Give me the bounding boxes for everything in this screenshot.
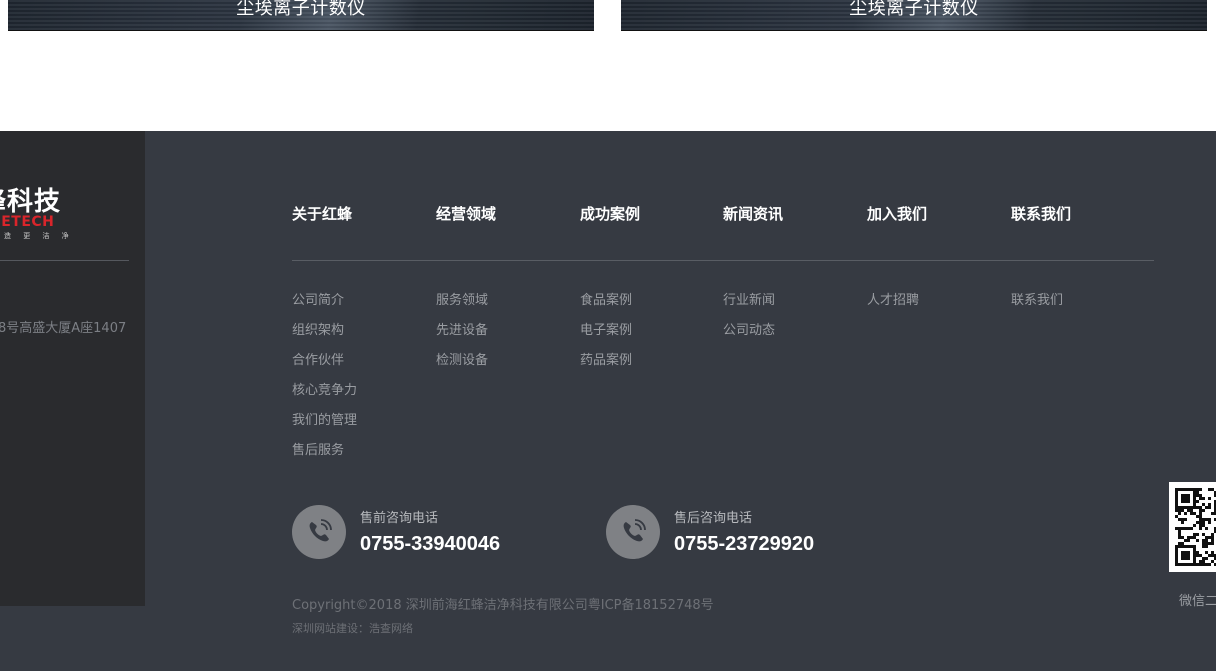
phone-icon [309, 519, 332, 542]
footer-nav-column-join: 加入我们 人才招聘 [867, 202, 927, 308]
product-caption[interactable]: 尘埃离子计数仪 [8, 0, 594, 23]
footer-nav-link[interactable]: 联系我们 [1011, 286, 1063, 316]
footer-nav-title[interactable]: 经营领域 [436, 202, 496, 226]
footer-nav-link[interactable]: 核心竞争力 [292, 376, 357, 406]
footer-nav-title[interactable]: 新闻资讯 [723, 202, 783, 226]
footer-nav-column-about: 关于红蜂 公司简介 组织架构 合作伙伴 核心竞争力 我们的管理 售后服务 [292, 202, 357, 458]
footer-nav-link[interactable]: 我们的管理 [292, 406, 357, 436]
phone-icon [623, 519, 646, 542]
footer-nav-link[interactable]: 食品案例 [580, 286, 632, 316]
product-caption[interactable]: 尘埃离子计数仪 [621, 0, 1207, 23]
footer-nav-title[interactable]: 加入我们 [867, 202, 927, 226]
wechat-qr-code [1169, 482, 1216, 572]
footer-nav-column-cases: 成功案例 食品案例 电子案例 药品案例 [580, 202, 640, 368]
footer: 峰科技 BEETECH 造 更 洁 净 8号高盛大厦A座1407 关于红蜂 公司… [0, 131, 1216, 671]
phone-badge [292, 505, 346, 559]
phone-badge [606, 505, 660, 559]
footer-nav-link[interactable]: 售后服务 [292, 436, 357, 466]
phone-number[interactable]: 0755-33940046 [360, 532, 500, 556]
footer-nav-link[interactable]: 合作伙伴 [292, 346, 357, 376]
footer-nav-column-contact: 联系我们 联系我们 [1011, 202, 1071, 308]
footer-nav-column-business: 经营领域 服务领域 先进设备 检测设备 [436, 202, 496, 368]
footer-nav-link[interactable]: 公司动态 [723, 316, 775, 346]
footer-nav-link[interactable]: 人才招聘 [867, 286, 919, 316]
site-builder-link[interactable]: 深圳网站建设：浩查网络 [292, 620, 413, 636]
phone-label: 售后咨询电话 [674, 511, 753, 526]
footer-nav-link[interactable]: 药品案例 [580, 346, 632, 376]
phone-label: 售前咨询电话 [360, 511, 439, 526]
footer-brand-panel: 峰科技 BEETECH 造 更 洁 净 8号高盛大厦A座1407 [0, 131, 145, 606]
divider [0, 260, 129, 261]
footer-nav-title[interactable]: 关于红蜂 [292, 202, 352, 226]
footer-nav-title[interactable]: 成功案例 [580, 202, 640, 226]
qr-code-image [1175, 488, 1216, 566]
logo-slogan: 造 更 洁 净 [4, 232, 74, 240]
footer-nav-link[interactable]: 检测设备 [436, 346, 488, 376]
logo-english-name: BEETECH [0, 214, 55, 230]
product-card[interactable]: 尘埃离子计数仪 [621, 0, 1207, 31]
copyright-text: Copyright©2018 深圳前海红蜂洁净科技有限公司粤ICP备181527… [292, 598, 714, 613]
logo-chinese-name: 峰科技 [0, 187, 62, 217]
footer-nav-column-news: 新闻资讯 行业新闻 公司动态 [723, 202, 783, 338]
company-logo[interactable]: 峰科技 BEETECH 造 更 洁 净 [0, 187, 100, 247]
footer-nav-link[interactable]: 服务领域 [436, 286, 488, 316]
phone-number[interactable]: 0755-23729920 [674, 532, 814, 556]
footer-nav-link[interactable]: 公司简介 [292, 286, 357, 316]
divider [292, 260, 1154, 261]
footer-nav-link[interactable]: 电子案例 [580, 316, 632, 346]
company-address: 8号高盛大厦A座1407 [0, 321, 127, 336]
footer-nav-link[interactable]: 先进设备 [436, 316, 488, 346]
footer-nav-title[interactable]: 联系我们 [1011, 202, 1071, 226]
qr-label: 微信二 [1179, 594, 1216, 609]
footer-nav-link[interactable]: 组织架构 [292, 316, 357, 346]
product-card[interactable]: 尘埃离子计数仪 [8, 0, 594, 31]
footer-nav-link[interactable]: 行业新闻 [723, 286, 775, 316]
